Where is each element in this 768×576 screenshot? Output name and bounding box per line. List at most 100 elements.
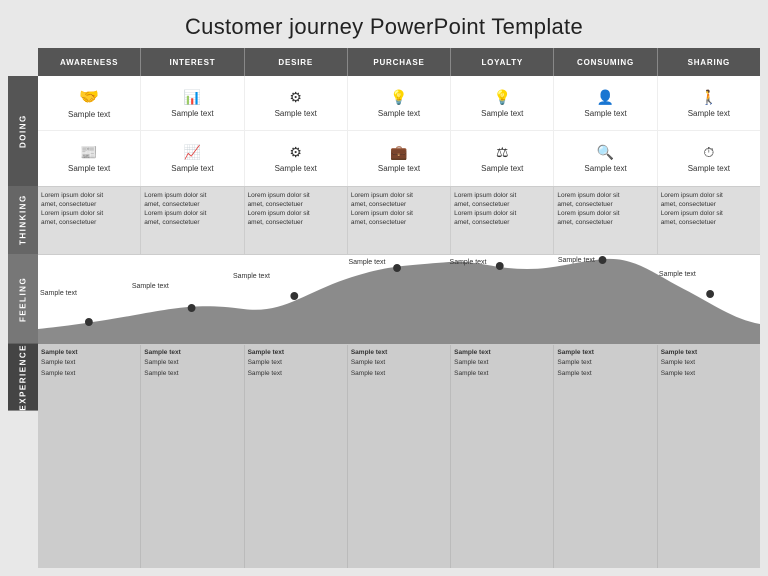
bulb-icon: 💡: [390, 89, 407, 106]
doing-cell-2-4: 💼 Sample text: [348, 131, 451, 186]
page-title: Customer journey PowerPoint Template: [8, 8, 760, 48]
exp-text-7-3: Sample text: [661, 369, 757, 379]
scale-icon: ⚖: [496, 144, 509, 161]
walk-icon: 🚶: [700, 89, 717, 106]
feeling-label-6: Sample text: [558, 257, 595, 264]
trending-icon: 📈: [184, 144, 201, 161]
exp-text-2-3: Sample text: [144, 369, 240, 379]
exp-cell-5: Sample text Sample text Sample text: [451, 345, 554, 568]
exp-text-1-3: Sample text: [41, 369, 137, 379]
doing-text-1-2: Sample text: [171, 109, 213, 118]
lightbulb-icon: 💡: [494, 89, 511, 106]
chart-icon: 📊: [184, 89, 201, 106]
person-icon: 👤: [597, 89, 614, 106]
doing-text-1-4: Sample text: [378, 109, 420, 118]
header-purchase: PURCHASE: [348, 48, 451, 76]
doing-text-2-7: Sample text: [688, 164, 730, 173]
feeling-label-1: Sample text: [40, 290, 77, 297]
header-sharing: SHARING: [658, 48, 760, 76]
exp-text-3-2: Sample text: [248, 358, 344, 368]
exp-text-6-1: Sample text: [557, 348, 653, 358]
doing-text-1-7: Sample text: [688, 109, 730, 118]
thinking-cell-3: Lorem ipsum dolor sit amet, consectetuer…: [245, 187, 348, 254]
doing-cell-2-6: 🔍 Sample text: [554, 131, 657, 186]
doing-text-1-1: Sample text: [68, 110, 110, 119]
exp-text-6-3: Sample text: [557, 369, 653, 379]
header-awareness: AWARENESS: [38, 48, 141, 76]
thinking-cell-1: Lorem ipsum dolor sit amet, consectetuer…: [38, 187, 141, 254]
doing-text-2-1: Sample text: [68, 164, 110, 173]
feeling-label-2: Sample text: [132, 283, 169, 290]
thinking-cell-7: Lorem ipsum dolor sit amet, consectetuer…: [658, 187, 760, 254]
experience-label: EXPERIENCE: [8, 344, 38, 411]
exp-text-1-1: Sample text: [41, 348, 137, 358]
briefcase-icon: 💼: [390, 144, 407, 161]
feeling-label-4: Sample text: [348, 259, 385, 266]
feeling-section: Sample text Sample text Sample text Samp…: [38, 255, 760, 345]
doing-row-1: 🤝 Sample text 📊 Sample text ⚙ Sample tex…: [38, 76, 760, 131]
doing-cell-2-3: ⚙ Sample text: [245, 131, 348, 186]
doing-label: DOING: [8, 76, 38, 186]
doing-text-2-2: Sample text: [171, 164, 213, 173]
doing-cell-2-2: 📈 Sample text: [141, 131, 244, 186]
doing-text-2-6: Sample text: [584, 164, 626, 173]
doing-cell-1-2: 📊 Sample text: [141, 76, 244, 130]
header-consuming: CONSUMING: [554, 48, 657, 76]
exp-text-5-3: Sample text: [454, 369, 550, 379]
doing-text-2-4: Sample text: [378, 164, 420, 173]
header-row: AWARENESS INTEREST DESIRE PURCHASE LOYAL…: [38, 48, 760, 76]
header-loyalty: LOYALTY: [451, 48, 554, 76]
grid-area: AWARENESS INTEREST DESIRE PURCHASE LOYAL…: [38, 48, 760, 568]
exp-text-3-3: Sample text: [248, 369, 344, 379]
exp-cell-7: Sample text Sample text Sample text: [658, 345, 760, 568]
experience-section: Sample text Sample text Sample text Samp…: [38, 345, 760, 568]
thinking-cell-5: Lorem ipsum dolor sit amet, consectetuer…: [451, 187, 554, 254]
doing-text-1-3: Sample text: [275, 109, 317, 118]
exp-text-2-1: Sample text: [144, 348, 240, 358]
thinking-cell-2: Lorem ipsum dolor sit amet, consectetuer…: [141, 187, 244, 254]
main-container: Customer journey PowerPoint Template DOI…: [0, 0, 768, 576]
exp-text-4-1: Sample text: [351, 348, 447, 358]
gear-icon: ⚙: [289, 89, 302, 106]
doing-section: 🤝 Sample text 📊 Sample text ⚙ Sample tex…: [38, 76, 760, 187]
doing-cell-1-5: 💡 Sample text: [451, 76, 554, 130]
exp-text-3-1: Sample text: [248, 348, 344, 358]
thinking-section: Lorem ipsum dolor sit amet, consectetuer…: [38, 187, 760, 255]
handshake-icon: 🤝: [79, 87, 99, 107]
feeling-label-7: Sample text: [659, 271, 696, 278]
doing-cell-1-3: ⚙ Sample text: [245, 76, 348, 130]
doing-text-2-3: Sample text: [275, 164, 317, 173]
search-icon: 🔍: [597, 144, 614, 161]
speedometer-icon: ⏱: [703, 144, 714, 161]
doing-row-2: 📰 Sample text 📈 Sample text ⚙ Sample tex…: [38, 131, 760, 186]
thinking-cell-4: Lorem ipsum dolor sit amet, consectetuer…: [348, 187, 451, 254]
newspaper-icon: 📰: [80, 144, 97, 161]
thinking-cell-6: Lorem ipsum dolor sit amet, consectetuer…: [554, 187, 657, 254]
exp-text-5-1: Sample text: [454, 348, 550, 358]
exp-cell-1: Sample text Sample text Sample text: [38, 345, 141, 568]
exp-text-5-2: Sample text: [454, 358, 550, 368]
doing-text-1-5: Sample text: [481, 109, 523, 118]
doing-cell-1-4: 💡 Sample text: [348, 76, 451, 130]
header-desire: DESIRE: [245, 48, 348, 76]
exp-text-4-2: Sample text: [351, 358, 447, 368]
exp-cell-4: Sample text Sample text Sample text: [348, 345, 451, 568]
row-labels: DOING THINKING FEELING EXPERIENCE: [8, 48, 38, 568]
exp-text-7-2: Sample text: [661, 358, 757, 368]
exp-text-1-2: Sample text: [41, 358, 137, 368]
doing-text-2-5: Sample text: [481, 164, 523, 173]
feeling-label-5: Sample text: [450, 259, 487, 266]
feeling-label: FEELING: [8, 254, 38, 344]
exp-cell-2: Sample text Sample text Sample text: [141, 345, 244, 568]
doing-cell-2-7: ⏱ Sample text: [658, 131, 760, 186]
settings-icon: ⚙: [289, 144, 302, 161]
doing-cell-1-7: 🚶 Sample text: [658, 76, 760, 130]
doing-cell-2-5: ⚖ Sample text: [451, 131, 554, 186]
exp-text-4-3: Sample text: [351, 369, 447, 379]
feeling-label-3: Sample text: [233, 273, 270, 280]
exp-text-2-2: Sample text: [144, 358, 240, 368]
exp-text-6-2: Sample text: [557, 358, 653, 368]
feeling-wave-chart: [38, 255, 760, 344]
exp-cell-6: Sample text Sample text Sample text: [554, 345, 657, 568]
doing-text-1-6: Sample text: [584, 109, 626, 118]
